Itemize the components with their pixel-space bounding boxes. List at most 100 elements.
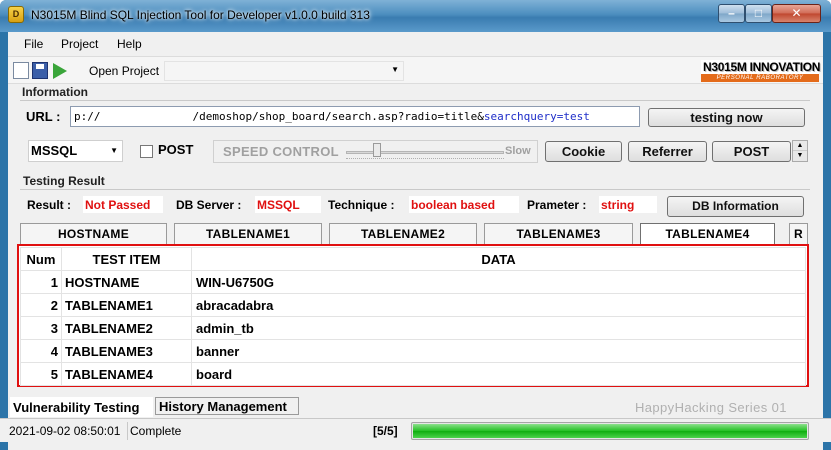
window-title: N3015M Blind SQL Injection Tool for Deve… xyxy=(31,8,370,22)
db-type-value: MSSQL xyxy=(31,143,78,158)
db-information-button[interactable]: DB Information xyxy=(667,196,804,217)
row-item: TABLENAME2 xyxy=(61,316,192,340)
save-icon[interactable] xyxy=(32,62,48,79)
minimize-button[interactable]: – xyxy=(718,4,745,23)
tab-history-management[interactable]: History Management xyxy=(155,397,299,415)
project-dropdown[interactable]: ▼ xyxy=(164,61,404,81)
menu-bar: File Project Help xyxy=(8,32,823,56)
menu-help[interactable]: Help xyxy=(117,37,142,51)
speed-control-group: SPEED CONTROL Slow xyxy=(213,140,538,163)
tab-vulnerability-testing[interactable]: Vulnerability Testing xyxy=(10,397,153,417)
url-prefix: p:// xyxy=(74,110,101,123)
tab-tablename2[interactable]: TABLENAME2 xyxy=(329,223,477,245)
chevron-down-icon: ▼ xyxy=(391,65,399,74)
app-window: D N3015M Blind SQL Injection Tool for De… xyxy=(0,0,831,450)
tab-hostname[interactable]: HOSTNAME xyxy=(20,223,167,245)
open-project-button[interactable]: Open Project xyxy=(89,64,159,78)
post-checkbox[interactable] xyxy=(140,145,153,158)
client-area: File Project Help Open Project ▼ N3015M … xyxy=(0,32,831,450)
row-num: 2 xyxy=(20,293,62,317)
speed-control-label: SPEED CONTROL xyxy=(223,144,339,159)
row-num: 4 xyxy=(20,339,62,363)
row-item: TABLENAME3 xyxy=(61,339,192,363)
tab-tablename3[interactable]: TABLENAME3 xyxy=(484,223,633,245)
cookie-button[interactable]: Cookie xyxy=(545,141,622,162)
series-label: HappyHacking Series 01 xyxy=(635,400,787,415)
brand-subtitle: PERSONAL RABORATORY xyxy=(701,74,819,82)
post-spinner[interactable]: ▲ ▼ xyxy=(792,140,808,162)
tab-overflow[interactable]: R xyxy=(789,223,808,245)
post-button[interactable]: POST xyxy=(712,141,791,162)
technique-label: Technique : xyxy=(328,198,395,212)
url-path: /demoshop/shop_board/search.asp?radio=ti… xyxy=(192,110,484,123)
tab-tablename4[interactable]: TABLENAME4 xyxy=(640,223,775,245)
table-row[interactable]: 3 TABLENAME2 admin_tb xyxy=(20,316,806,340)
toolbar: Open Project ▼ N3015M INNOVATION PERSONA… xyxy=(8,56,823,84)
row-item: TABLENAME1 xyxy=(61,293,192,317)
table-row[interactable]: 5 TABLENAME4 board xyxy=(20,362,806,386)
status-count: [5/5] xyxy=(373,424,398,438)
url-query: searchquery=test xyxy=(483,110,590,123)
parameter-label: Prameter : xyxy=(527,198,587,212)
result-grid: Num TEST ITEM DATA 1 HOSTNAME WIN-U6750G… xyxy=(20,247,806,386)
row-data: admin_tb xyxy=(191,316,806,340)
maximize-button[interactable]: □ xyxy=(745,4,772,23)
spin-down-icon[interactable]: ▼ xyxy=(793,151,807,161)
row-data: board xyxy=(191,362,806,386)
db-server-label: DB Server : xyxy=(176,198,242,212)
grid-header-row: Num TEST ITEM DATA xyxy=(20,247,806,271)
technique-value: boolean based xyxy=(409,196,519,213)
menu-file[interactable]: File xyxy=(24,37,43,51)
row-data: banner xyxy=(191,339,806,363)
post-checkbox-label: POST xyxy=(158,142,194,157)
tab-tablename1[interactable]: TABLENAME1 xyxy=(174,223,322,245)
status-bar: 2021-09-02 08:50:01 Complete [5/5] xyxy=(0,418,831,442)
brand-name: N3015M INNOVATION xyxy=(703,60,821,74)
table-row[interactable]: 1 HOSTNAME WIN-U6750G xyxy=(20,270,806,294)
row-num: 3 xyxy=(20,316,62,340)
result-divider xyxy=(20,189,810,190)
row-num: 5 xyxy=(20,362,62,386)
speed-slider-track[interactable] xyxy=(346,151,504,154)
status-divider xyxy=(127,422,128,440)
url-input[interactable]: p:// /demoshop/shop_board/search.asp?radi… xyxy=(70,106,640,127)
column-header-data[interactable]: DATA xyxy=(191,247,806,271)
new-file-icon[interactable] xyxy=(13,62,29,79)
spin-up-icon[interactable]: ▲ xyxy=(793,141,807,151)
chevron-down-icon: ▼ xyxy=(110,146,118,155)
app-icon: D xyxy=(8,6,24,23)
row-data: abracadabra xyxy=(191,293,806,317)
url-label: URL : xyxy=(26,109,61,124)
title-bar[interactable]: D N3015M Blind SQL Injection Tool for De… xyxy=(0,0,831,32)
column-header-test-item[interactable]: TEST ITEM xyxy=(61,247,192,271)
speed-slider-ticks xyxy=(346,158,504,161)
status-text: Complete xyxy=(130,424,182,438)
information-title: Information xyxy=(22,85,88,99)
progress-fill xyxy=(413,424,807,438)
close-button[interactable]: ✕ xyxy=(772,4,821,23)
menu-project[interactable]: Project xyxy=(61,37,98,51)
slow-label: Slow xyxy=(505,145,531,157)
column-header-num[interactable]: Num xyxy=(20,247,62,271)
brand-logo: N3015M INNOVATION PERSONAL RABORATORY xyxy=(701,60,821,82)
referrer-button[interactable]: Referrer xyxy=(628,141,707,162)
row-data: WIN-U6750G xyxy=(191,270,806,294)
row-item: TABLENAME4 xyxy=(61,362,192,386)
result-label: Result : xyxy=(27,198,72,212)
row-num: 1 xyxy=(20,270,62,294)
db-type-dropdown[interactable]: MSSQL ▼ xyxy=(28,140,123,162)
information-divider xyxy=(20,100,810,101)
progress-bar xyxy=(411,422,809,440)
testing-now-button[interactable]: testing now xyxy=(648,108,805,127)
play-icon[interactable] xyxy=(53,63,67,79)
result-value: Not Passed xyxy=(83,196,163,213)
db-server-value: MSSQL xyxy=(255,196,321,213)
testing-result-title: Testing Result xyxy=(23,174,105,188)
row-item: HOSTNAME xyxy=(61,270,192,294)
table-row[interactable]: 4 TABLENAME3 banner xyxy=(20,339,806,363)
table-row[interactable]: 2 TABLENAME1 abracadabra xyxy=(20,293,806,317)
speed-slider-thumb[interactable] xyxy=(373,143,381,157)
result-grid-frame: Num TEST ITEM DATA 1 HOSTNAME WIN-U6750G… xyxy=(17,244,809,387)
parameter-value: string xyxy=(599,196,657,213)
status-datetime: 2021-09-02 08:50:01 xyxy=(9,424,121,438)
